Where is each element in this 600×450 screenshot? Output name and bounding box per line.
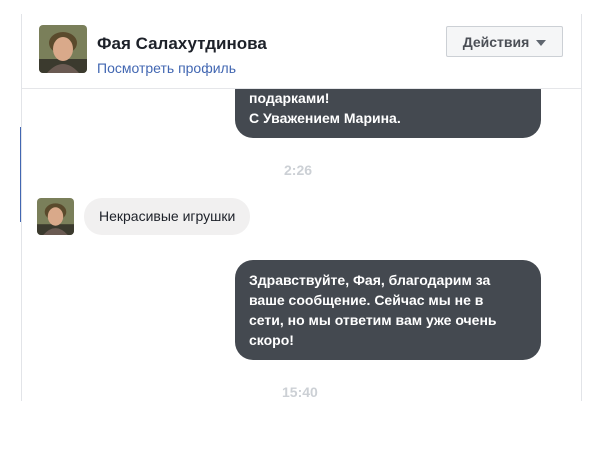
message-line: ваше сообщение. Сейчас мы не в: [249, 292, 484, 308]
message-line: сети, но мы ответим вам уже очень: [249, 312, 497, 328]
contact-photo: [39, 25, 87, 73]
outgoing-message: Здравствуйте, Фая, благодарим за ваше со…: [235, 260, 541, 360]
message-timestamp: 15:40: [282, 384, 318, 400]
message-line: скоро!: [249, 332, 294, 348]
contact-avatar[interactable]: [39, 25, 87, 73]
view-profile-link[interactable]: Посмотреть профиль: [97, 60, 236, 76]
message-line: С Уважением Марина.: [249, 110, 401, 126]
actions-button[interactable]: Действия: [446, 26, 563, 57]
sender-avatar[interactable]: [37, 198, 74, 235]
chat-panel: Фая Салахутдинова Посмотреть профиль Дей…: [21, 14, 582, 401]
chat-header: Фая Салахутдинова Посмотреть профиль Дей…: [22, 14, 581, 89]
message-line: подарками!: [249, 90, 330, 106]
actions-button-label: Действия: [462, 33, 530, 50]
contact-name[interactable]: Фая Салахутдинова: [97, 34, 267, 54]
incoming-message: Некрасивые игрушки: [84, 198, 251, 235]
sender-photo: [37, 198, 74, 235]
message-timestamp: 2:26: [284, 162, 313, 178]
chevron-down-icon: [536, 39, 547, 46]
message-line: Здравствуйте, Фая, благодарим за: [249, 272, 491, 288]
